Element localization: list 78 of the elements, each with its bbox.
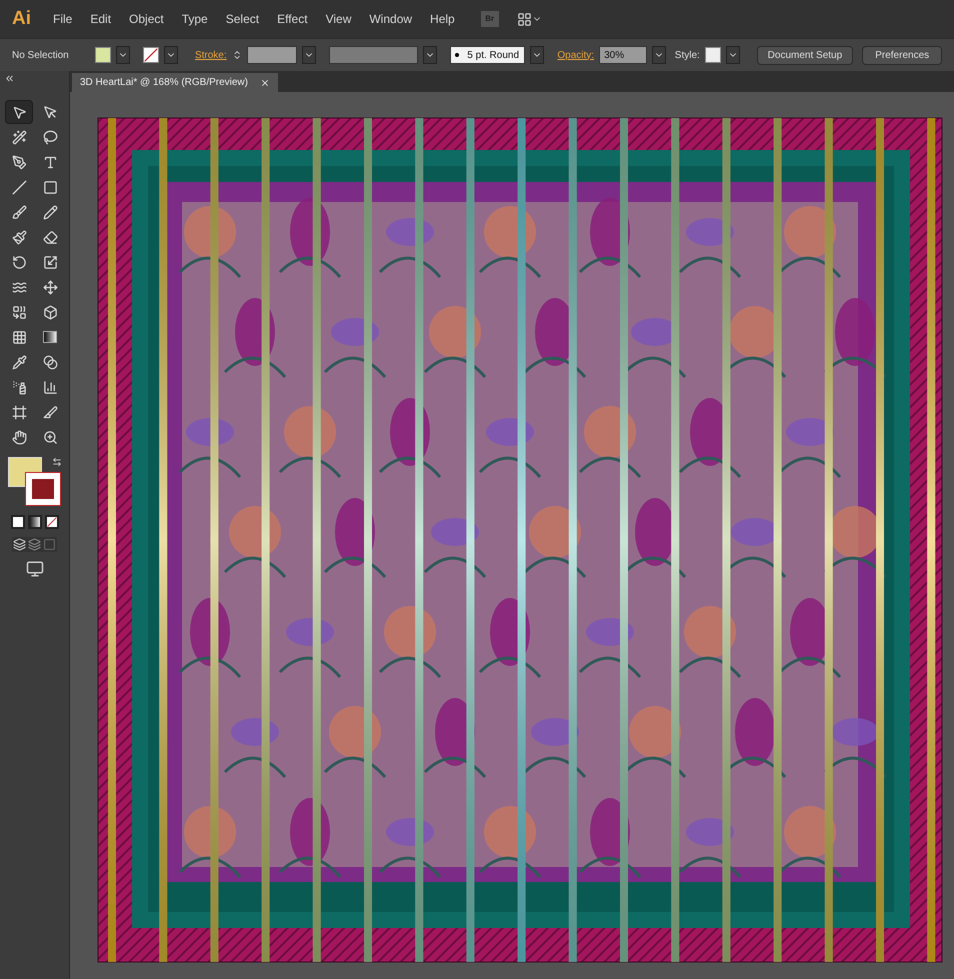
collapse-icon[interactable] xyxy=(4,73,15,84)
style-dropdown[interactable] xyxy=(726,46,740,64)
stroke-weight-field[interactable] xyxy=(246,46,297,64)
mesh-icon xyxy=(12,330,26,344)
shape-builder-icon xyxy=(12,304,26,320)
none-mode-button[interactable] xyxy=(44,515,58,529)
variable-width-field[interactable] xyxy=(328,46,418,64)
slice-icon xyxy=(42,404,58,420)
pen-icon xyxy=(12,154,26,170)
lasso-icon xyxy=(42,130,58,144)
type-icon xyxy=(42,154,58,170)
layout-icon xyxy=(516,12,532,26)
menu-item[interactable]: Object xyxy=(129,10,164,28)
menu-item[interactable]: File xyxy=(53,10,72,28)
gradient-icon xyxy=(43,331,57,343)
rectangle-icon xyxy=(42,180,58,194)
selection-tool-tool[interactable] xyxy=(5,100,33,124)
transform-icon xyxy=(42,280,58,294)
draw-behind-icon[interactable] xyxy=(28,538,41,551)
opacity-dropdown[interactable] xyxy=(652,46,666,64)
stroke-weight-dropdown[interactable] xyxy=(302,46,316,64)
zoom-icon xyxy=(42,430,58,444)
blend-icon xyxy=(42,354,58,370)
perspective-icon xyxy=(42,304,58,320)
bar-graph-icon xyxy=(42,380,58,394)
menu-item[interactable]: View xyxy=(326,10,352,28)
gradient-mode-button[interactable] xyxy=(28,515,42,529)
none-icon xyxy=(144,48,158,62)
menu-item[interactable]: Effect xyxy=(277,10,308,28)
artboard-icon xyxy=(12,404,26,420)
pencil-icon xyxy=(42,204,58,220)
brush-icon xyxy=(12,204,26,220)
document-tab[interactable]: 3D HeartLai* @ 168% (RGB/Preview) xyxy=(72,73,278,92)
opacity-link[interactable]: Opacity: xyxy=(557,48,594,62)
toolbar-button[interactable]: Document Setup xyxy=(756,46,854,64)
style-swatch[interactable] xyxy=(704,47,721,63)
draw-normal-icon[interactable] xyxy=(13,538,26,551)
pointer-icon xyxy=(42,104,58,120)
stroke-link[interactable]: Stroke: xyxy=(194,48,227,62)
tab-title: 3D HeartLai* @ 168% (RGB/Preview) xyxy=(80,76,248,90)
brush-value: 5 pt. Round xyxy=(467,48,520,62)
stroke-dropdown[interactable] xyxy=(164,46,178,64)
swap-icon[interactable] xyxy=(52,457,62,467)
selection-status: No Selection xyxy=(12,48,70,62)
eraser-icon xyxy=(42,230,58,244)
blob-brush-icon xyxy=(12,230,26,244)
eyedropper-icon xyxy=(12,354,26,370)
selection-tool-icon xyxy=(12,104,26,120)
fill-dropdown[interactable] xyxy=(116,46,130,64)
color-mode-button[interactable] xyxy=(10,515,24,529)
toolbar-button[interactable]: Preferences xyxy=(862,46,942,64)
menu-item[interactable]: Edit xyxy=(90,10,112,28)
warp-icon xyxy=(12,280,26,294)
scale-icon xyxy=(42,254,58,270)
rotate-icon xyxy=(12,254,26,270)
hand-icon xyxy=(12,430,26,444)
opacity-field[interactable]: 30% xyxy=(599,46,647,64)
brush-dropdown[interactable] xyxy=(530,46,544,64)
menu-item[interactable]: Window xyxy=(369,10,412,28)
app-logo: Ai xyxy=(12,6,31,31)
line-icon xyxy=(12,180,26,194)
menu-item[interactable]: Select xyxy=(226,10,260,28)
fill-swatch[interactable] xyxy=(95,47,111,63)
spray-can-icon xyxy=(12,380,26,394)
menu-item[interactable]: Help xyxy=(430,10,455,28)
screen-mode-icon[interactable] xyxy=(26,560,44,578)
variable-width-dropdown[interactable] xyxy=(423,46,438,64)
workspace-switcher[interactable] xyxy=(516,12,542,26)
stroke-none-swatch xyxy=(26,473,60,505)
menu-item[interactable]: Type xyxy=(182,10,208,28)
magic-wand-icon xyxy=(12,130,26,144)
style-label: Style: xyxy=(674,48,700,62)
stroke-swatch[interactable] xyxy=(142,47,159,63)
close-icon[interactable] xyxy=(260,78,270,88)
stepper-icon[interactable] xyxy=(232,49,242,61)
fill-stroke-swatches[interactable] xyxy=(6,457,64,507)
none-icon xyxy=(46,517,56,527)
brush-field[interactable]: 5 pt. Round xyxy=(450,46,526,64)
